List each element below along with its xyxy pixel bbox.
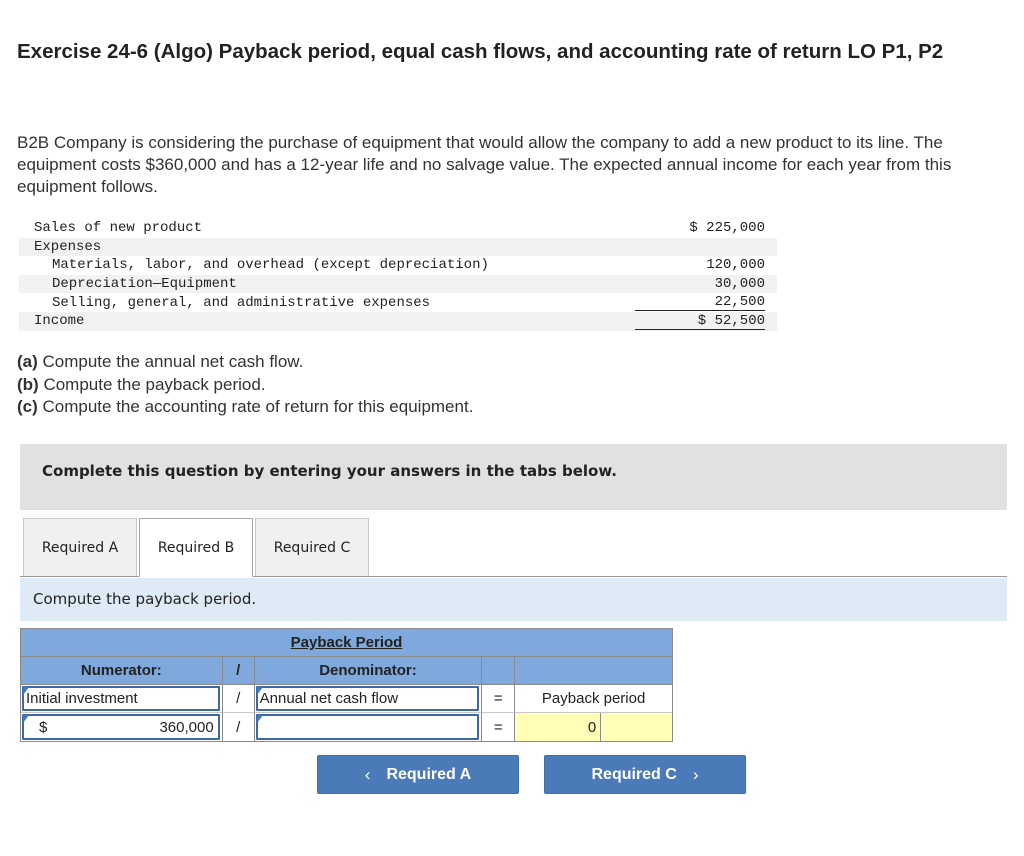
divide-symbol: /: [222, 685, 255, 713]
row-amount: $ 52,500: [635, 313, 765, 330]
numerator-label-cell[interactable]: Initial investment: [21, 685, 223, 713]
income-row-sales: Sales of new product $ 225,000: [19, 219, 777, 238]
previous-required-a-button[interactable]: ‹ Required A: [317, 755, 519, 794]
result-label: Payback period: [541, 690, 646, 707]
result-label-cell: Payback period: [515, 685, 672, 713]
row-label: Depreciation—Equipment: [52, 276, 237, 293]
row-amount: $ 225,000: [689, 220, 765, 237]
denominator-value-cell[interactable]: [254, 713, 483, 741]
divide-header: /: [222, 657, 255, 685]
numerator-header: Numerator:: [21, 657, 223, 685]
numerator-label-dropdown[interactable]: Initial investment: [22, 686, 220, 711]
income-row-expenses: Expenses: [19, 237, 777, 257]
denominator-label-value: Annual net cash flow: [259, 690, 399, 707]
chevron-left-icon: ‹: [364, 764, 371, 784]
input-marker-icon: [23, 715, 29, 723]
income-row-depreciation: Depreciation—Equipment 30,000: [19, 274, 777, 294]
row-amount: 120,000: [706, 257, 765, 274]
exercise-title: Exercise 24-6 (Algo) Payback period, equ…: [17, 40, 944, 63]
banner-text: Complete this question by entering your …: [42, 462, 617, 480]
denominator-label-dropdown[interactable]: Annual net cash flow: [255, 686, 480, 711]
next-button-label: Required C: [591, 765, 677, 783]
value-row: $ 360,000 / = 0: [21, 713, 672, 741]
problem-description: B2B Company is considering the purchase …: [17, 133, 952, 196]
question-tag: (a): [17, 352, 38, 371]
answer-tabs: Required A Required B Required C: [20, 518, 1007, 577]
result-value-cell: 0: [515, 713, 672, 741]
denominator-header: Denominator:: [254, 657, 483, 685]
instructions-banner: Complete this question by entering your …: [20, 444, 1007, 510]
question-tag: (c): [17, 397, 38, 416]
divide-symbol: /: [222, 713, 255, 741]
question-tag: (b): [17, 374, 39, 394]
row-label: Materials, labor, and overhead (except d…: [52, 257, 489, 274]
numerator-value-input[interactable]: $ 360,000: [22, 714, 220, 740]
denominator-label-cell[interactable]: Annual net cash flow: [254, 685, 483, 713]
payback-period-result: 0: [515, 713, 602, 741]
income-row-sga: Selling, general, and administrative exp…: [19, 293, 777, 312]
table-title: Payback Period: [21, 629, 672, 657]
question-list: (a) Compute the annual net cash flow. (b…: [17, 351, 473, 419]
income-row-materials: Materials, labor, and overhead (except d…: [19, 256, 777, 275]
row-label: Selling, general, and administrative exp…: [52, 294, 431, 311]
row-amount: 22,500: [635, 294, 765, 312]
row-label: Expenses: [34, 238, 102, 255]
numerator-value-cell[interactable]: $ 360,000: [21, 713, 223, 741]
question-c: (c) Compute the accounting rate of retur…: [17, 396, 473, 419]
question-b: (b) Compute the payback period.: [17, 374, 473, 397]
previous-button-label: Required A: [386, 765, 472, 783]
row-label: Sales of new product: [34, 220, 203, 237]
question-text: Compute the accounting rate of return fo…: [37, 397, 474, 416]
input-marker-icon: [256, 715, 263, 723]
equals-header: [482, 657, 516, 685]
row-label: Income: [34, 313, 85, 330]
tab-required-b[interactable]: Required B: [139, 518, 253, 577]
result-header: [515, 657, 672, 685]
equals-symbol: =: [482, 713, 516, 741]
label-row: Initial investment / Annual net cash flo…: [21, 685, 672, 713]
dropdown-marker-icon: [256, 687, 263, 695]
tab-required-c[interactable]: Required C: [255, 518, 369, 576]
next-required-c-button[interactable]: Required C ›: [544, 755, 746, 794]
denominator-value-input[interactable]: [255, 714, 480, 740]
equals-symbol: =: [482, 685, 516, 713]
numerator-amount: 360,000: [159, 718, 214, 736]
currency-symbol: $: [39, 718, 48, 736]
question-text: Compute the annual net cash flow.: [37, 352, 304, 371]
question-text: Compute the payback period.: [38, 374, 266, 394]
instruction-text: Compute the payback period.: [33, 590, 257, 608]
income-statement-table: Sales of new product $ 225,000 Expenses …: [19, 219, 777, 331]
chevron-right-icon: ›: [692, 764, 699, 784]
dropdown-marker-icon: [23, 687, 29, 695]
income-row-income: Income $ 52,500: [19, 311, 777, 331]
numerator-label-value: Initial investment: [26, 690, 138, 707]
header-row: Numerator: / Denominator:: [21, 657, 672, 685]
tab-instruction: Compute the payback period.: [20, 578, 1007, 621]
row-amount: 30,000: [714, 276, 765, 293]
question-a: (a) Compute the annual net cash flow.: [17, 351, 473, 374]
payback-period-table: Payback Period Numerator: / Denominator:…: [20, 628, 673, 742]
tab-required-a[interactable]: Required A: [23, 518, 137, 576]
payback-period-unit: [601, 713, 672, 741]
